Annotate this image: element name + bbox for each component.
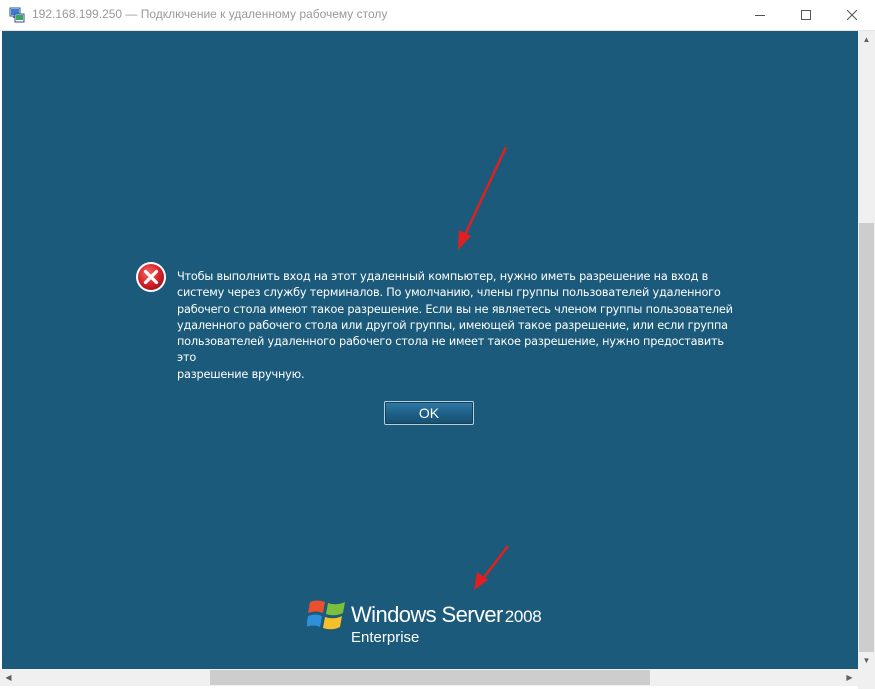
title-bar: 192.168.199.250 — Подключение к удаленно…: [0, 0, 875, 31]
error-message: Чтобы выполнить вход на этот удаленный к…: [177, 269, 737, 383]
logo-version: 2008: [504, 607, 542, 626]
scroll-right-arrow-icon[interactable]: ▶: [841, 669, 858, 686]
error-x-icon: [135, 261, 167, 293]
maximize-icon: [801, 10, 811, 20]
vertical-scroll-thumb[interactable]: [859, 223, 874, 652]
vertical-scrollbar[interactable]: ▲ ▼: [858, 31, 875, 669]
remote-desktop-icon[interactable]: [9, 7, 25, 23]
scroll-down-arrow-icon[interactable]: ▼: [858, 652, 875, 669]
close-icon: [847, 10, 857, 20]
horizontal-scrollbar[interactable]: ◀ ▶: [0, 669, 858, 686]
error-message-line: удаленного рабочего стола или другой гру…: [177, 318, 728, 332]
scroll-up-arrow-icon[interactable]: ▲: [858, 31, 875, 48]
scrollbar-corner: [858, 669, 875, 689]
remote-desktop-screen[interactable]: Чтобы выполнить вход на этот удаленный к…: [0, 31, 858, 669]
ok-button[interactable]: OK: [384, 401, 474, 425]
maximize-button[interactable]: [783, 0, 829, 30]
error-message-line: Чтобы выполнить вход на этот удаленный к…: [177, 270, 709, 283]
close-button[interactable]: [829, 0, 875, 30]
window-title: 192.168.199.250 — Подключение к удаленно…: [32, 7, 388, 21]
minimize-icon: [755, 15, 765, 16]
arrow-to-message: [458, 146, 508, 250]
scroll-left-arrow-icon[interactable]: ◀: [0, 669, 17, 686]
logo-edition: Enterprise: [351, 629, 420, 646]
error-message-line: разрешение вручную.: [177, 367, 305, 381]
windows-flag-icon: [306, 598, 349, 632]
error-message-line: систему через службу терминалов. По умол…: [177, 286, 721, 300]
error-message-line: пользователей удаленного рабочего стола …: [177, 335, 724, 365]
error-message-line: рабочего стола имеют такое разрешение. Е…: [177, 302, 733, 316]
horizontal-scroll-thumb[interactable]: [210, 670, 650, 685]
windows-server-logo: Windows Server 2008 Enterprise: [306, 596, 567, 656]
logo-brand: Windows Server 2008: [351, 602, 542, 628]
minimize-button[interactable]: [737, 0, 783, 30]
logo-brand-text: Windows Server: [351, 602, 503, 627]
window-left-border: [0, 31, 2, 669]
arrow-to-logo: [474, 545, 509, 590]
